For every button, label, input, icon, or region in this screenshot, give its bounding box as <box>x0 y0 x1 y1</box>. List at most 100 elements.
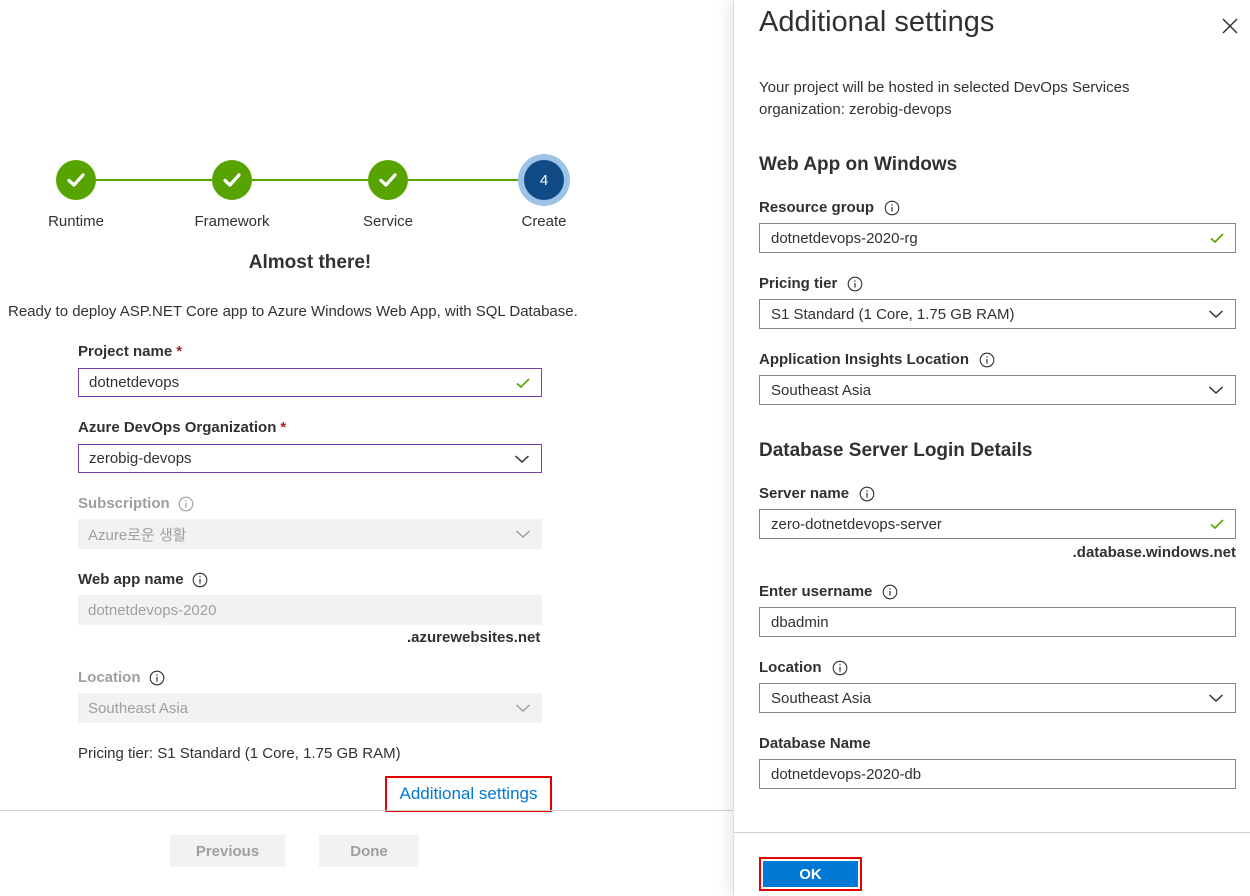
chevron-down-icon <box>515 530 531 539</box>
server-name-value: zero-dotnetdevops-server <box>771 515 942 533</box>
chevron-down-icon <box>1208 386 1224 395</box>
db-name-label: Database Name <box>759 735 871 752</box>
panel-footer-divider <box>734 832 1250 833</box>
panel-intro: Your project will be hosted in selected … <box>759 79 1130 118</box>
db-location-label-text: Location <box>759 659 822 676</box>
required-mark: * <box>176 343 183 360</box>
db-name-value: dotnetdevops-2020-db <box>771 765 922 783</box>
step-framework-done <box>212 160 252 200</box>
project-name-label: Project name * <box>78 343 182 360</box>
server-name-label-text: Server name <box>759 485 850 502</box>
subscription-label-text: Subscription <box>78 495 170 512</box>
db-name-input[interactable]: dotnetdevops-2020-db <box>759 759 1236 789</box>
checkmark-icon <box>379 173 397 187</box>
db-location-dropdown[interactable]: Southeast Asia <box>759 683 1236 713</box>
chevron-down-icon <box>1208 310 1224 319</box>
checkmark-icon <box>67 173 85 187</box>
info-icon <box>884 200 900 215</box>
step-number: 4 <box>524 160 564 200</box>
devops-org-value: zerobig-devops <box>89 450 192 467</box>
subscription-dropdown: Azure로운 생활 <box>78 519 542 549</box>
info-icon <box>883 584 898 599</box>
web-app-name-label-text: Web app name <box>78 571 184 588</box>
server-name-input[interactable]: zero-dotnetdevops-server <box>759 509 1236 539</box>
step-connector <box>408 179 524 181</box>
info-icon <box>848 276 863 291</box>
info-icon <box>192 572 207 587</box>
pricing-tier-dropdown[interactable]: S1 Standard (1 Core, 1.75 GB RAM) <box>759 299 1236 329</box>
pricing-tier-summary: Pricing tier: S1 Standard (1 Core, 1.75 … <box>78 745 401 762</box>
info-icon <box>178 496 194 511</box>
checkmark-icon <box>223 173 241 187</box>
step-connector <box>96 179 212 181</box>
required-mark: * <box>280 419 287 436</box>
ready-description: Ready to deploy ASP.NET Core app to Azur… <box>8 303 578 320</box>
info-icon <box>149 670 164 685</box>
web-app-name-input: dotnetdevops-2020 <box>78 595 542 625</box>
chevron-down-icon <box>1208 694 1224 703</box>
location-label-text: Location <box>78 669 141 686</box>
step-label-service: Service <box>362 213 414 230</box>
panel-title: Additional settings <box>759 6 995 38</box>
db-location-label: Location <box>759 659 848 676</box>
subscription-label: Subscription <box>78 495 194 512</box>
web-app-name-label: Web app name <box>78 571 208 588</box>
step-create-current: 4 <box>518 154 570 206</box>
ok-button[interactable]: OK <box>759 857 862 891</box>
username-label: Enter username <box>759 583 898 600</box>
pricing-tier-value: S1 Standard (1 Core, 1.75 GB RAM) <box>771 305 1015 323</box>
db-section-title: Database Server Login Details <box>759 440 1033 461</box>
resource-group-label-text: Resource group <box>759 199 875 216</box>
project-name-input[interactable]: dotnetdevops <box>78 368 542 397</box>
info-icon <box>832 660 847 675</box>
step-label-create: Create <box>521 213 567 230</box>
app-insights-location-value: Southeast Asia <box>771 381 872 399</box>
pricing-tier-label: Pricing tier <box>759 275 863 292</box>
additional-settings-link[interactable]: Additional settings <box>385 776 552 812</box>
db-name-label-text: Database Name <box>759 735 871 752</box>
web-app-section-title: Web App on Windows <box>759 154 958 175</box>
server-name-label: Server name <box>759 485 875 502</box>
footer-divider <box>0 810 733 811</box>
valid-check-icon <box>1210 519 1224 530</box>
web-app-domain-suffix: .azurewebsites.net <box>407 629 541 646</box>
done-button[interactable]: Done <box>319 835 419 867</box>
valid-check-icon <box>516 377 530 388</box>
step-service-done <box>368 160 408 200</box>
app-insights-location-label: Application Insights Location <box>759 351 995 368</box>
username-label-text: Enter username <box>759 583 873 600</box>
previous-button[interactable]: Previous <box>170 835 285 867</box>
step-connector <box>252 179 368 181</box>
server-domain-suffix: .database.windows.net <box>1072 544 1236 561</box>
additional-settings-panel: Additional settings Your project will be… <box>733 0 1250 896</box>
chevron-down-icon <box>515 704 531 713</box>
app-insights-location-dropdown[interactable]: Southeast Asia <box>759 375 1236 405</box>
info-icon <box>979 352 995 367</box>
valid-check-icon <box>1210 233 1224 244</box>
db-location-value: Southeast Asia <box>771 689 872 707</box>
close-icon[interactable] <box>1220 16 1240 36</box>
location-dropdown: Southeast Asia <box>78 693 542 723</box>
wizard-pane: 4 Runtime Framework Service Create Almos… <box>0 0 733 896</box>
pricing-tier-label-text: Pricing tier <box>759 275 838 292</box>
web-app-name-value: dotnetdevops-2020 <box>88 601 217 619</box>
chevron-down-icon <box>514 454 530 463</box>
location-value: Southeast Asia <box>88 699 189 717</box>
devops-org-dropdown[interactable]: zerobig-devops <box>78 444 542 473</box>
step-runtime-done <box>56 160 96 200</box>
resource-group-label: Resource group <box>759 199 900 216</box>
step-label-runtime: Runtime <box>48 213 104 230</box>
info-icon <box>859 486 875 501</box>
ok-button-label: OK <box>763 861 858 887</box>
app-insights-location-label-text: Application Insights Location <box>759 351 969 368</box>
project-name-value: dotnetdevops <box>89 374 180 391</box>
username-input[interactable]: dbadmin <box>759 607 1236 637</box>
subscription-value: Azure로운 생활 <box>88 526 187 544</box>
devops-org-label: Azure DevOps Organization * <box>78 419 286 436</box>
location-label: Location <box>78 669 165 686</box>
wizard-heading: Almost there! <box>248 252 372 273</box>
step-label-framework: Framework <box>194 213 270 230</box>
devops-org-label-text: Azure DevOps Organization <box>78 419 277 436</box>
project-name-label-text: Project name <box>78 343 173 360</box>
resource-group-input[interactable]: dotnetdevops-2020-rg <box>759 223 1236 253</box>
